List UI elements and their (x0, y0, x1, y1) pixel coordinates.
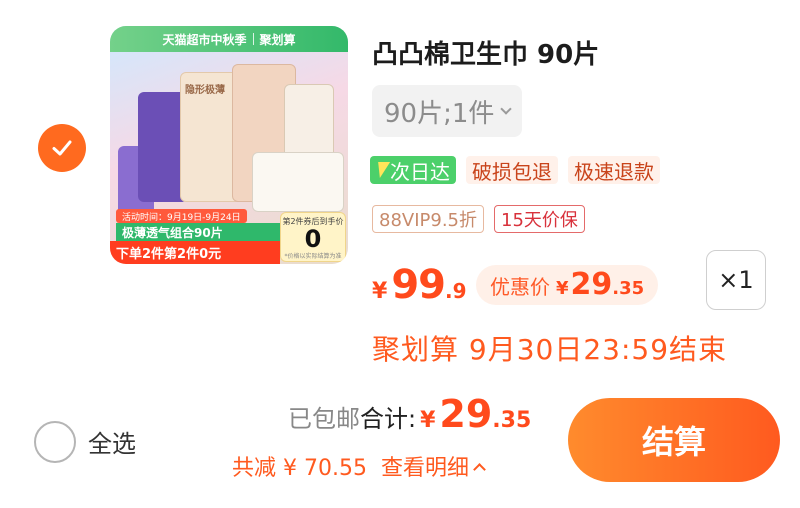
variant-selector[interactable]: 90片;1件 (372, 85, 523, 137)
select-all-label[interactable]: 全选 (88, 424, 136, 459)
promo-tags: 88VIP9.5折 15天价保 (372, 205, 585, 233)
cart-item-card: 天猫超市中秋季 聚划算 隐形极薄 活动时间：9月19日-9月24日 极薄透气组合… (0, 0, 800, 372)
price-decimal: .9 (444, 279, 467, 303)
discount-amount: 共减 ¥ 70.55 (232, 456, 367, 481)
product-title[interactable]: 凸凸棉卫生巾 90片 (372, 34, 599, 71)
package-label: 隐形极薄 (185, 85, 225, 96)
banner-left-text: 天猫超市中秋季 (162, 32, 247, 47)
deal-price-badge: 优惠价 ¥ 29 .35 (476, 265, 659, 305)
deal-integer: 29 (570, 267, 613, 302)
promo-price-box: 第2件券后到手价 0 *价格以实际结算为准 (280, 212, 346, 262)
discount-summary: 共减 ¥ 70.55 查看明细 (232, 450, 486, 482)
total-label: 合计: (360, 405, 417, 433)
promo-box-note: *价格以实际结算为准 (284, 253, 342, 260)
view-details-label: 查看明细 (380, 456, 469, 481)
vip-discount-tag: 88VIP9.5折 (372, 205, 485, 233)
promo-red-label: 下单2件第2件0元 (110, 241, 280, 264)
promo-date-label: 活动时间：9月19日-9月24日 (116, 209, 247, 223)
deal-currency: ¥ (556, 278, 569, 299)
quantity-button[interactable]: ×1 (706, 250, 766, 310)
total-decimal: .35 (492, 408, 532, 433)
service-next-day: 次日达 (370, 156, 456, 184)
price-protect-tag: 15天价保 (494, 205, 585, 233)
select-all-checkbox[interactable] (34, 421, 76, 463)
deal-decimal: .35 (612, 278, 645, 299)
package-graphic (252, 152, 344, 212)
view-details-link[interactable]: 查看明细 (380, 450, 486, 482)
item-checkbox[interactable] (38, 124, 86, 172)
checkout-button[interactable]: 结算 (568, 398, 780, 482)
total-currency: ¥ (420, 408, 436, 433)
variant-label: 90片;1件 (384, 98, 495, 129)
total-summary: 已包邮 合计: ¥ 29 .35 (288, 392, 531, 436)
service-label: 次日达 (390, 159, 450, 184)
checkmark-icon (52, 140, 72, 156)
service-tags: 次日达 破损包退 极速退款 (370, 156, 660, 184)
lightning-icon (373, 162, 391, 178)
price-currency: ¥ (372, 279, 388, 304)
price-integer: 99 (391, 262, 446, 308)
service-fast-refund: 极速退款 (568, 156, 660, 184)
chevron-down-icon (500, 103, 513, 115)
promo-box-value: 0 (304, 225, 322, 253)
promo-end-text: 聚划算 9月30日23:59结束 (372, 333, 728, 366)
chevron-up-icon (473, 462, 486, 476)
banner-divider (252, 33, 254, 45)
promo-green-label: 极薄透气组合90片 (116, 223, 280, 241)
banner-right-text: 聚划算 (259, 32, 296, 47)
original-price: ¥ 99 .9 (372, 262, 467, 308)
total-integer: 29 (439, 392, 493, 436)
image-banner: 天猫超市中秋季 聚划算 (110, 26, 348, 52)
service-damage-return: 破损包退 (466, 156, 558, 184)
free-shipping-label: 已包邮 (288, 405, 360, 433)
product-image[interactable]: 天猫超市中秋季 聚划算 隐形极薄 活动时间：9月19日-9月24日 极薄透气组合… (110, 26, 348, 264)
deal-label: 优惠价 (490, 275, 550, 299)
